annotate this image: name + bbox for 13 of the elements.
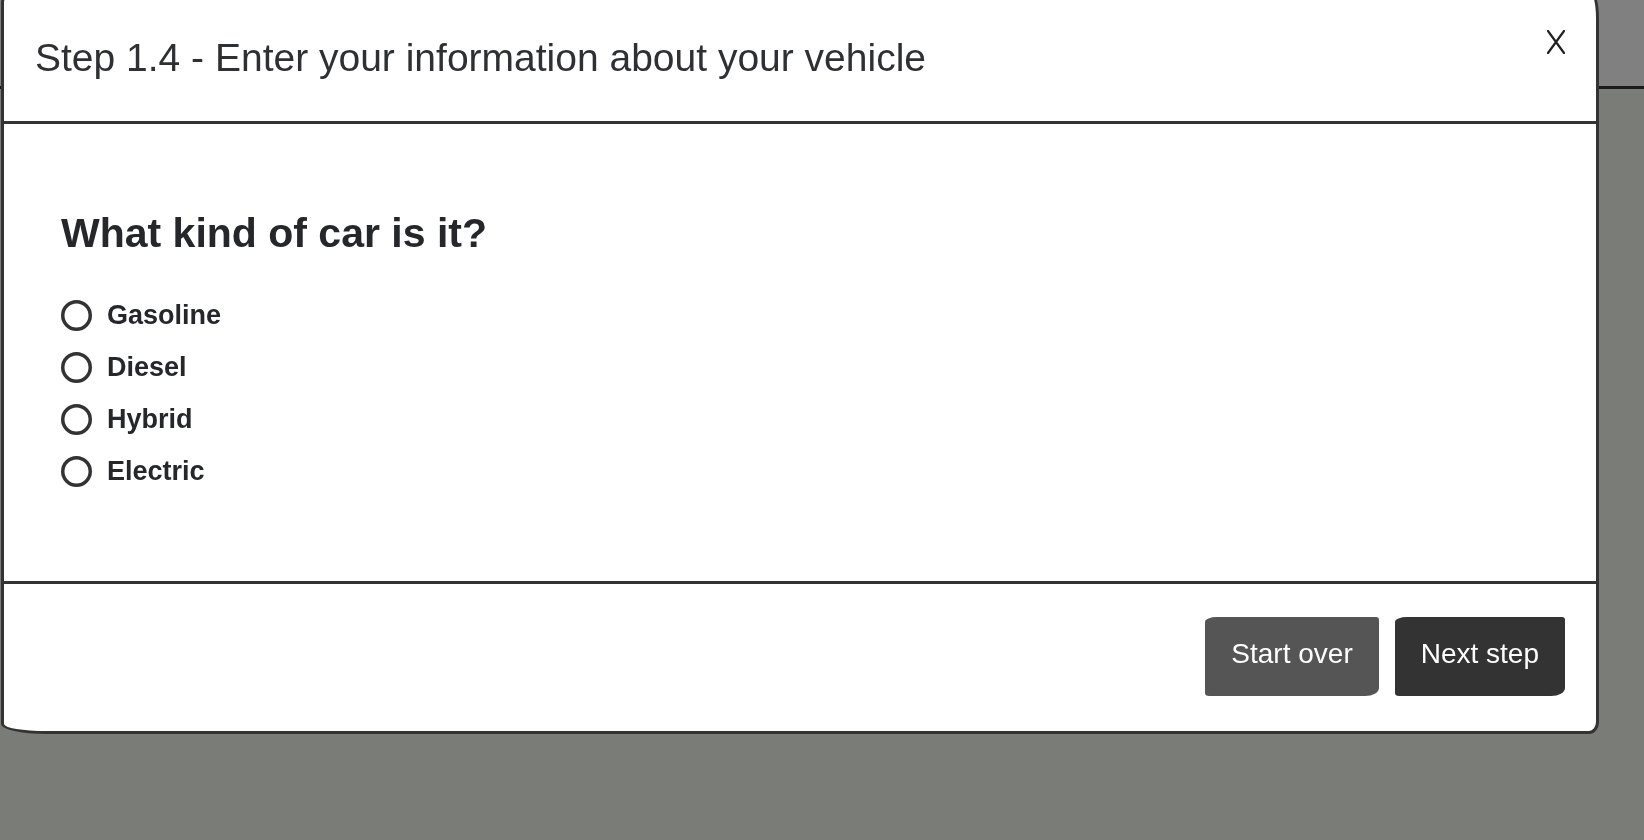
radio-button[interactable]: [61, 455, 92, 487]
option-label[interactable]: Electric: [107, 454, 205, 488]
secondary-button[interactable]: Start over: [1205, 617, 1379, 696]
option-label[interactable]: Hybrid: [107, 402, 193, 436]
dialog-title: Step 1.4 - Enter your information about your vehicle: [35, 34, 926, 81]
option-label[interactable]: Diesel: [107, 350, 187, 384]
radio-button[interactable]: [61, 299, 92, 331]
option-label[interactable]: Gasoline: [107, 298, 222, 332]
close-icon[interactable]: [1547, 30, 1565, 54]
radio-button[interactable]: [61, 403, 92, 435]
question-heading: What kind of car is it?: [61, 209, 487, 258]
primary-button[interactable]: Next step: [1394, 617, 1565, 696]
radio-button[interactable]: [61, 351, 92, 383]
